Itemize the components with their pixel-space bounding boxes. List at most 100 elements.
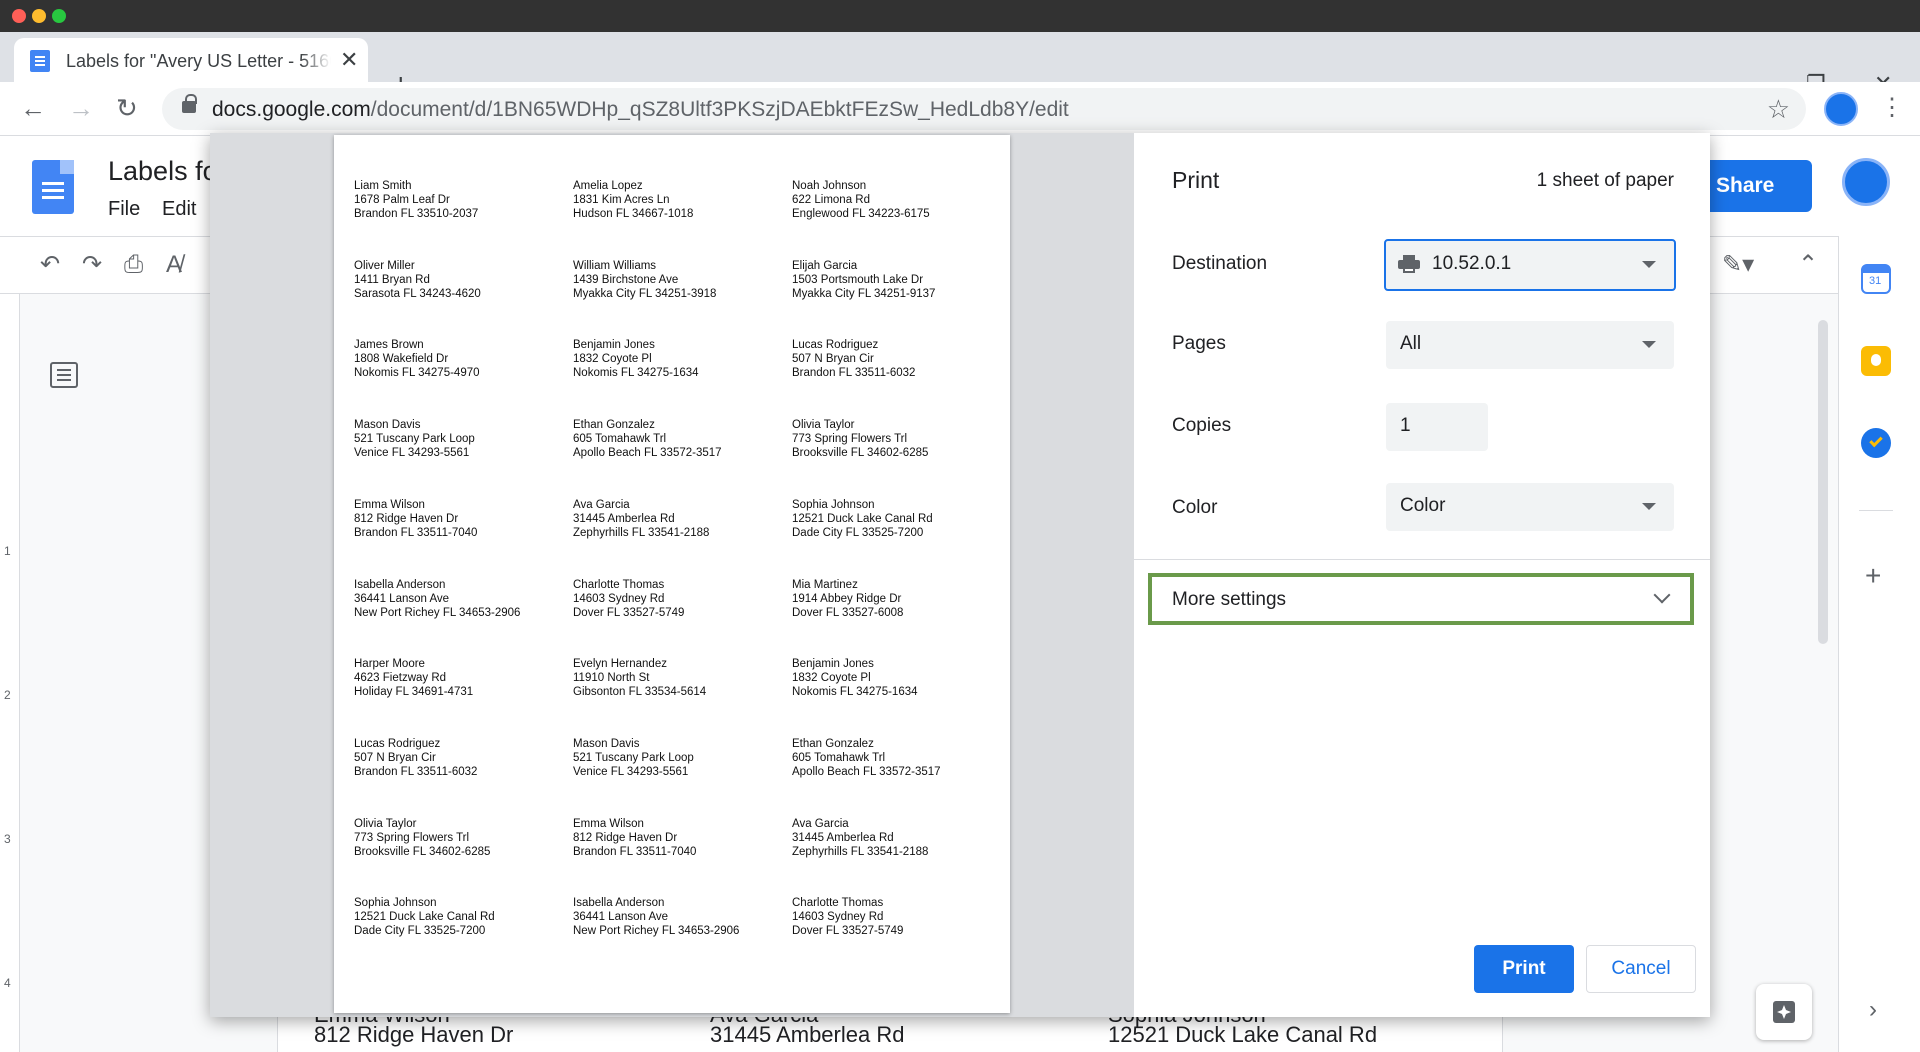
collapse-menus-icon[interactable]: ⌃ bbox=[1798, 251, 1818, 279]
document-title[interactable]: Labels fo bbox=[108, 156, 218, 187]
address-label: Mia Martinez 1914 Abbey Ridge Dr Dover FL … bbox=[792, 578, 903, 620]
label-street: 11910 North St bbox=[573, 672, 650, 684]
label-name: Ethan Gonzalez bbox=[792, 738, 874, 750]
label-name: Emma Wilson bbox=[354, 499, 425, 511]
undo-icon[interactable]: ↶ bbox=[40, 251, 60, 279]
address-label: Elijah Garcia 1503 Portsmouth Lake Dr Myak… bbox=[792, 259, 935, 301]
label-city: Brandon FL 33511-6032 bbox=[354, 766, 478, 778]
reload-icon[interactable]: ↻ bbox=[116, 94, 138, 122]
explore-button[interactable] bbox=[1756, 984, 1812, 1040]
chevron-down-icon bbox=[1642, 341, 1656, 348]
account-avatar[interactable] bbox=[1842, 158, 1890, 206]
destination-label: Destination bbox=[1172, 253, 1268, 274]
spellcheck-icon[interactable]: A̸ bbox=[166, 251, 182, 279]
editing-mode-icon[interactable]: ✎▾ bbox=[1722, 251, 1754, 279]
address-label: Olivia Taylor 773 Spring Flowers Trl Brook… bbox=[792, 418, 928, 460]
address-label: James Brown 1808 Wakefield Dr Nokomis FL 3… bbox=[354, 338, 480, 380]
label-street: 4623 Fietzway Rd bbox=[354, 672, 447, 684]
label-name: Noah Johnson bbox=[792, 180, 867, 192]
label-name: Oliver Miller bbox=[354, 260, 415, 272]
print-icon[interactable]: ⎙ bbox=[124, 251, 143, 279]
label-city: Venice FL 34293-5561 bbox=[354, 447, 470, 459]
label-street: 1832 Coyote Pl bbox=[573, 353, 652, 365]
tab-close-icon[interactable]: ✕ bbox=[340, 49, 358, 71]
address-label: Oliver Miller 1411 Bryan Rd Sarasota FL 34… bbox=[354, 259, 481, 301]
label-street: 1832 Coyote Pl bbox=[792, 672, 871, 684]
label-street: 1831 Kim Acres Ln bbox=[573, 194, 670, 206]
url-text[interactable]: docs.google.com/document/d/1BN65WDHp_qSZ… bbox=[212, 98, 1069, 122]
show-side-panel-icon[interactable]: › bbox=[1869, 996, 1877, 1024]
address-label: Benjamin Jones 1832 Coyote Pl Nokomis FL 3… bbox=[792, 657, 918, 699]
vertical-ruler: 1 2 3 4 bbox=[0, 294, 20, 1052]
zoom-window-dot[interactable] bbox=[52, 9, 66, 23]
label-city: Brandon FL 33510-2037 bbox=[354, 208, 479, 220]
address-bar[interactable]: docs.google.com/document/d/1BN65WDHp_qSZ… bbox=[162, 88, 1806, 130]
label-city: Venice FL 34293-5561 bbox=[573, 766, 689, 778]
label-name: Benjamin Jones bbox=[792, 658, 874, 670]
copies-input[interactable]: 1 bbox=[1386, 403, 1488, 451]
docs-logo-icon[interactable] bbox=[32, 160, 74, 214]
address-label: Emma Wilson 812 Ridge Haven Dr Brandon FL … bbox=[354, 498, 477, 540]
tab-strip: Labels for "Avery US Letter - 5160 ✕ + —… bbox=[0, 32, 1920, 100]
label-city: Dade City FL 33525-7200 bbox=[792, 527, 924, 539]
chevron-down-icon bbox=[1642, 261, 1656, 268]
browser-menu-icon[interactable]: ⋮ bbox=[1880, 94, 1904, 122]
address-label: Ethan Gonzalez 605 Tomahawk Trl Apollo Bea… bbox=[792, 737, 941, 779]
pages-select[interactable]: All bbox=[1386, 321, 1674, 369]
doc-label-street: 12521 Duck Lake Canal Rd bbox=[1108, 1022, 1378, 1047]
label-city: Apollo Beach FL 33572-3517 bbox=[573, 447, 722, 459]
keep-icon[interactable] bbox=[1861, 346, 1891, 376]
browser-tab[interactable]: Labels for "Avery US Letter - 5160 ✕ bbox=[14, 38, 368, 82]
label-name: Sophia Johnson bbox=[792, 499, 875, 511]
label-name: Isabella Anderson bbox=[354, 579, 446, 591]
destination-select[interactable]: 10.52.0.1 bbox=[1384, 239, 1676, 291]
label-city: Zephyrhills FL 33541-2188 bbox=[573, 527, 710, 539]
cancel-button[interactable]: Cancel bbox=[1586, 945, 1696, 993]
label-street: 36441 Lanson Ave bbox=[354, 593, 450, 605]
label-street: 12521 Duck Lake Canal Rd bbox=[792, 513, 933, 525]
label-name: Evelyn Hernandez bbox=[573, 658, 667, 670]
tasks-icon[interactable] bbox=[1861, 428, 1891, 458]
forward-icon[interactable]: → bbox=[68, 94, 94, 122]
label-name: Olivia Taylor bbox=[354, 818, 417, 830]
address-label: William Williams 1439 Birchstone Ave Myakk… bbox=[573, 259, 716, 301]
label-city: Sarasota FL 34243-4620 bbox=[354, 288, 481, 300]
label-street: 521 Tuscany Park Loop bbox=[573, 752, 694, 764]
label-street: 507 N Bryan Cir bbox=[354, 752, 436, 764]
address-label: Evelyn Hernandez 11910 North St Gibsonton … bbox=[573, 657, 706, 699]
minimize-window-dot[interactable] bbox=[32, 9, 46, 23]
profile-avatar[interactable] bbox=[1824, 92, 1858, 126]
label-city: Nokomis FL 34275-1634 bbox=[573, 367, 699, 379]
print-button[interactable]: Print bbox=[1474, 945, 1574, 993]
label-street: 622 Limona Rd bbox=[792, 194, 870, 206]
ruler-number: 1 bbox=[4, 544, 11, 558]
menu-file[interactable]: File bbox=[108, 198, 140, 221]
label-street: 14603 Sydney Rd bbox=[792, 911, 884, 923]
label-name: Harper Moore bbox=[354, 658, 425, 670]
redo-icon[interactable]: ↷ bbox=[82, 251, 102, 279]
label-street: 773 Spring Flowers Trl bbox=[354, 832, 470, 844]
menu-edit[interactable]: Edit bbox=[162, 198, 196, 221]
docs-favicon-icon bbox=[30, 50, 50, 72]
address-label: Charlotte Thomas 14603 Sydney Rd Dover FL … bbox=[792, 896, 903, 938]
label-city: Gibsonton FL 33534-5614 bbox=[573, 686, 707, 698]
more-settings-toggle[interactable]: More settings bbox=[1148, 573, 1694, 625]
back-icon[interactable]: ← bbox=[20, 94, 46, 122]
close-window-dot[interactable] bbox=[12, 9, 26, 23]
vertical-scrollbar[interactable] bbox=[1818, 320, 1828, 644]
bookmark-star-icon[interactable]: ☆ bbox=[1767, 94, 1790, 125]
document-outline-icon[interactable] bbox=[50, 362, 78, 388]
label-name: Mia Martinez bbox=[792, 579, 858, 591]
label-city: Dover FL 33527-5749 bbox=[573, 607, 685, 619]
printer-icon bbox=[1398, 255, 1420, 273]
calendar-icon[interactable]: 31 bbox=[1861, 264, 1891, 294]
label-name: Olivia Taylor bbox=[792, 419, 855, 431]
get-addons-icon[interactable]: + bbox=[1865, 562, 1881, 590]
address-label: Sophia Johnson 12521 Duck Lake Canal Rd Da… bbox=[354, 896, 495, 938]
address-label: Emma Wilson 812 Ridge Haven Dr Brandon FL … bbox=[573, 817, 696, 859]
label-street: 14603 Sydney Rd bbox=[573, 593, 665, 605]
label-name: Amelia Lopez bbox=[573, 180, 643, 192]
address-label: Harper Moore 4623 Fietzway Rd Holiday FL 3… bbox=[354, 657, 473, 699]
color-select[interactable]: Color bbox=[1386, 483, 1674, 531]
share-label: Share bbox=[1716, 174, 1775, 197]
